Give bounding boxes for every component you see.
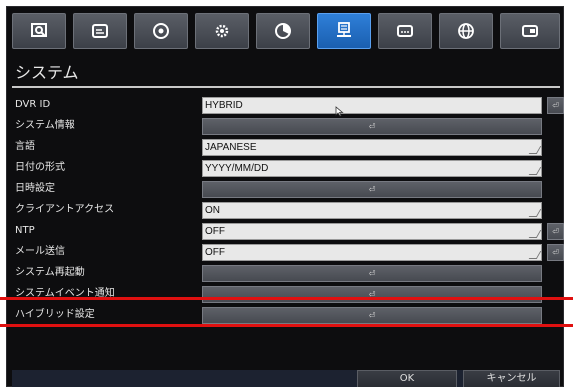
highlight-line-top [0,297,573,300]
network-icon [458,23,474,39]
enter-icon: ⏎ [368,184,376,194]
row-label-dvr-id: DVR ID [15,99,51,110]
search-icon [31,23,47,37]
record-icon [92,24,108,38]
system-info-button[interactable]: ⏎ [202,118,542,135]
system-restart-button[interactable]: ⏎ [202,265,542,282]
row-label-system-restart: システム再起動 [15,267,85,278]
date-format-select[interactable]: YYYY/MM/DD [202,160,542,177]
row-label-ntp: NTP [15,225,35,236]
card-icon [522,25,538,37]
row-label-date-time: 日時設定 [15,183,55,194]
mouse-cursor-icon [335,106,344,117]
enter-icon: ⏎ [368,121,376,131]
tab-settings[interactable] [195,13,249,49]
tab-record[interactable] [73,13,127,49]
screenshot-frame: システム DVR ID HYBRID ⏎ システム情報 ⏎ 言語 JAPANES… [0,0,573,387]
tab-device[interactable] [500,13,560,49]
tab-status[interactable] [256,13,310,49]
language-select[interactable]: JAPANESE [202,139,542,156]
system-icon [337,22,351,37]
dropdown-corner-icon [528,251,542,259]
tab-display[interactable] [378,13,432,49]
row-label-date-format: 日付の形式 [15,162,65,173]
settings-window: システム DVR ID HYBRID ⏎ システム情報 ⏎ 言語 JAPANES… [6,6,564,387]
row-label-hybrid: ハイブリッド設定 [15,309,95,320]
ntp-setup-button[interactable]: ⏎ [547,223,564,240]
title-divider [12,86,560,88]
disc-icon [153,23,169,39]
dvr-id-edit-button[interactable]: ⏎ [547,97,564,114]
ntp-select[interactable]: OFF [202,223,542,240]
system-event-button[interactable]: ⏎ [202,286,542,303]
dropdown-corner-icon [528,146,542,154]
tab-network[interactable] [439,13,493,49]
page-title: システム [15,63,79,82]
email-setup-button[interactable]: ⏎ [547,244,564,261]
ntp-value: OFF [205,226,225,237]
highlight-line-bottom [0,324,573,327]
row-label-system-info: システム情報 [15,120,75,131]
hybrid-settings-button[interactable]: ⏎ [202,307,542,324]
enter-icon: ⏎ [552,247,559,257]
language-value: JAPANESE [205,142,257,153]
dropdown-corner-icon [528,230,542,238]
enter-icon: ⏎ [368,268,376,278]
tab-search[interactable] [12,13,66,49]
cancel-button[interactable]: キャンセル [463,370,560,387]
date-time-button[interactable]: ⏎ [202,181,542,198]
display-icon [397,25,413,37]
row-label-email: メール送信 [15,246,65,257]
enter-icon: ⏎ [552,226,559,236]
ok-button[interactable]: OK [357,370,457,387]
email-select[interactable]: OFF [202,244,542,261]
dropdown-corner-icon [528,209,542,217]
pie-chart-icon [275,23,291,39]
row-label-language: 言語 [15,141,35,152]
tab-system[interactable] [317,13,371,49]
client-access-value: ON [205,205,220,216]
menu-toolbar [12,13,560,49]
dvr-id-field[interactable]: HYBRID [202,97,542,114]
client-access-select[interactable]: ON [202,202,542,219]
enter-icon: ⏎ [552,100,559,110]
dvr-id-value: HYBRID [205,100,243,111]
dropdown-corner-icon [528,167,542,175]
date-format-value: YYYY/MM/DD [205,163,269,174]
email-value: OFF [205,247,225,258]
gear-icon [215,24,229,38]
enter-icon: ⏎ [368,310,376,320]
row-label-client-access: クライアントアクセス [15,204,115,215]
tab-disc[interactable] [134,13,188,49]
